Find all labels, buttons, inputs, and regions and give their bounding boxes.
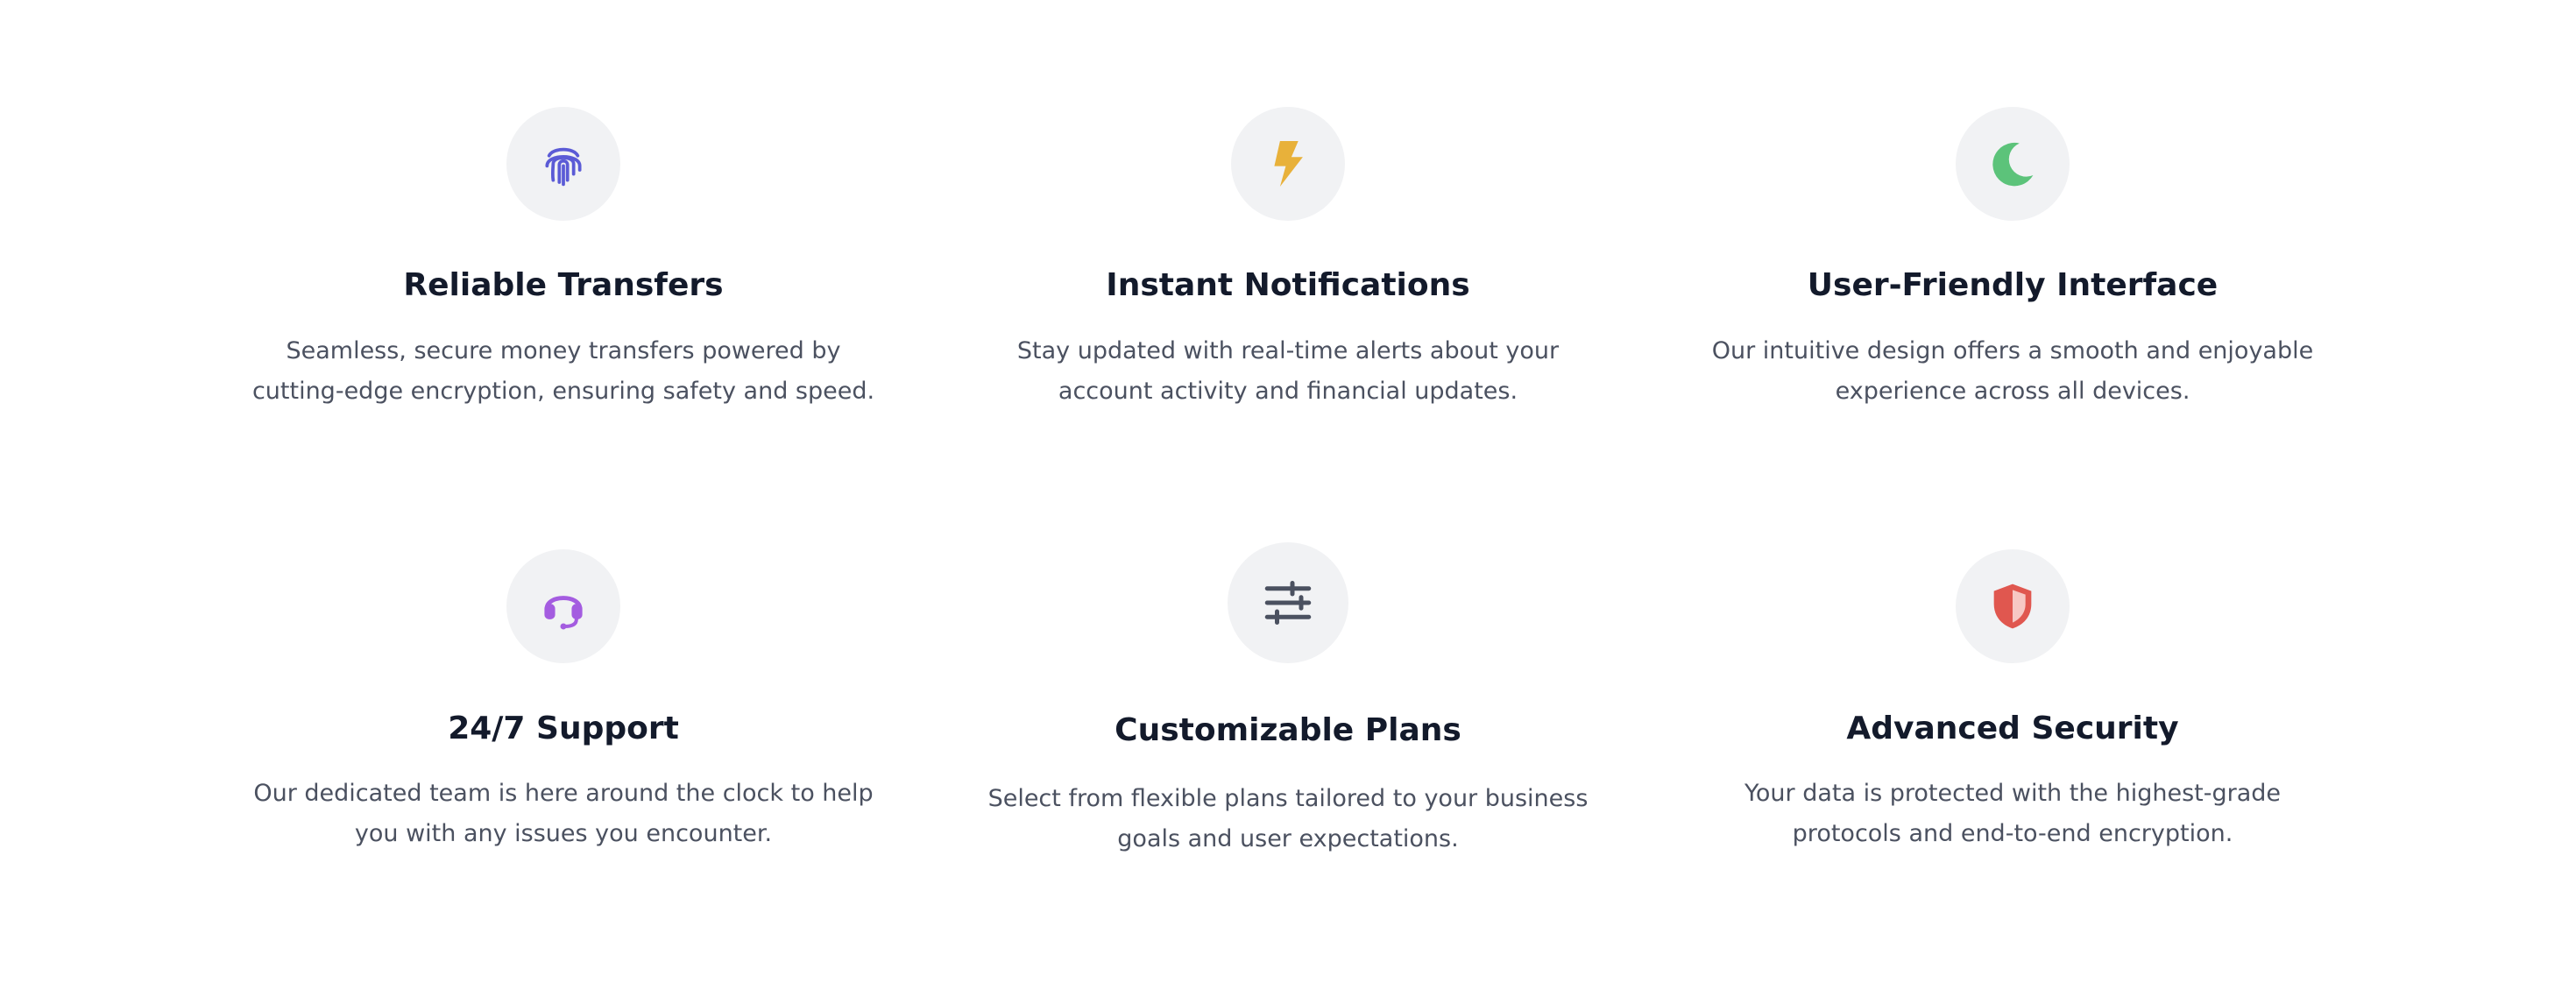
feature-title: User-Friendly Interface (1807, 267, 2219, 303)
feature-title: Customizable Plans (1115, 712, 1461, 748)
lightning-bolt-icon (1231, 107, 1345, 221)
sliders-icon (1228, 542, 1348, 663)
feature-description: Seamless, secure money transfers powered… (251, 337, 875, 405)
features-grid: Reliable Transfers Seamless, secure mone… (0, 0, 2576, 990)
headset-icon (506, 549, 620, 663)
shield-icon (1956, 549, 2070, 663)
feature-description: Your data is protected with the highest-… (1744, 780, 2282, 847)
fingerprint-icon (506, 107, 620, 221)
feature-description: Select from flexible plans tailored to y… (987, 785, 1589, 852)
feature-description: Our dedicated team is here around the cl… (253, 780, 874, 847)
feature-title: Advanced Security (1846, 711, 2179, 746)
feature-description: Our intuitive design offers a smooth and… (1711, 337, 2314, 405)
feature-description: Stay updated with real-time alerts about… (1016, 337, 1560, 405)
feature-title: Instant Notifications (1106, 267, 1470, 303)
feature-title: 24/7 Support (448, 711, 679, 746)
crescent-moon-icon (1956, 107, 2070, 221)
feature-title: Reliable Transfers (403, 267, 724, 303)
